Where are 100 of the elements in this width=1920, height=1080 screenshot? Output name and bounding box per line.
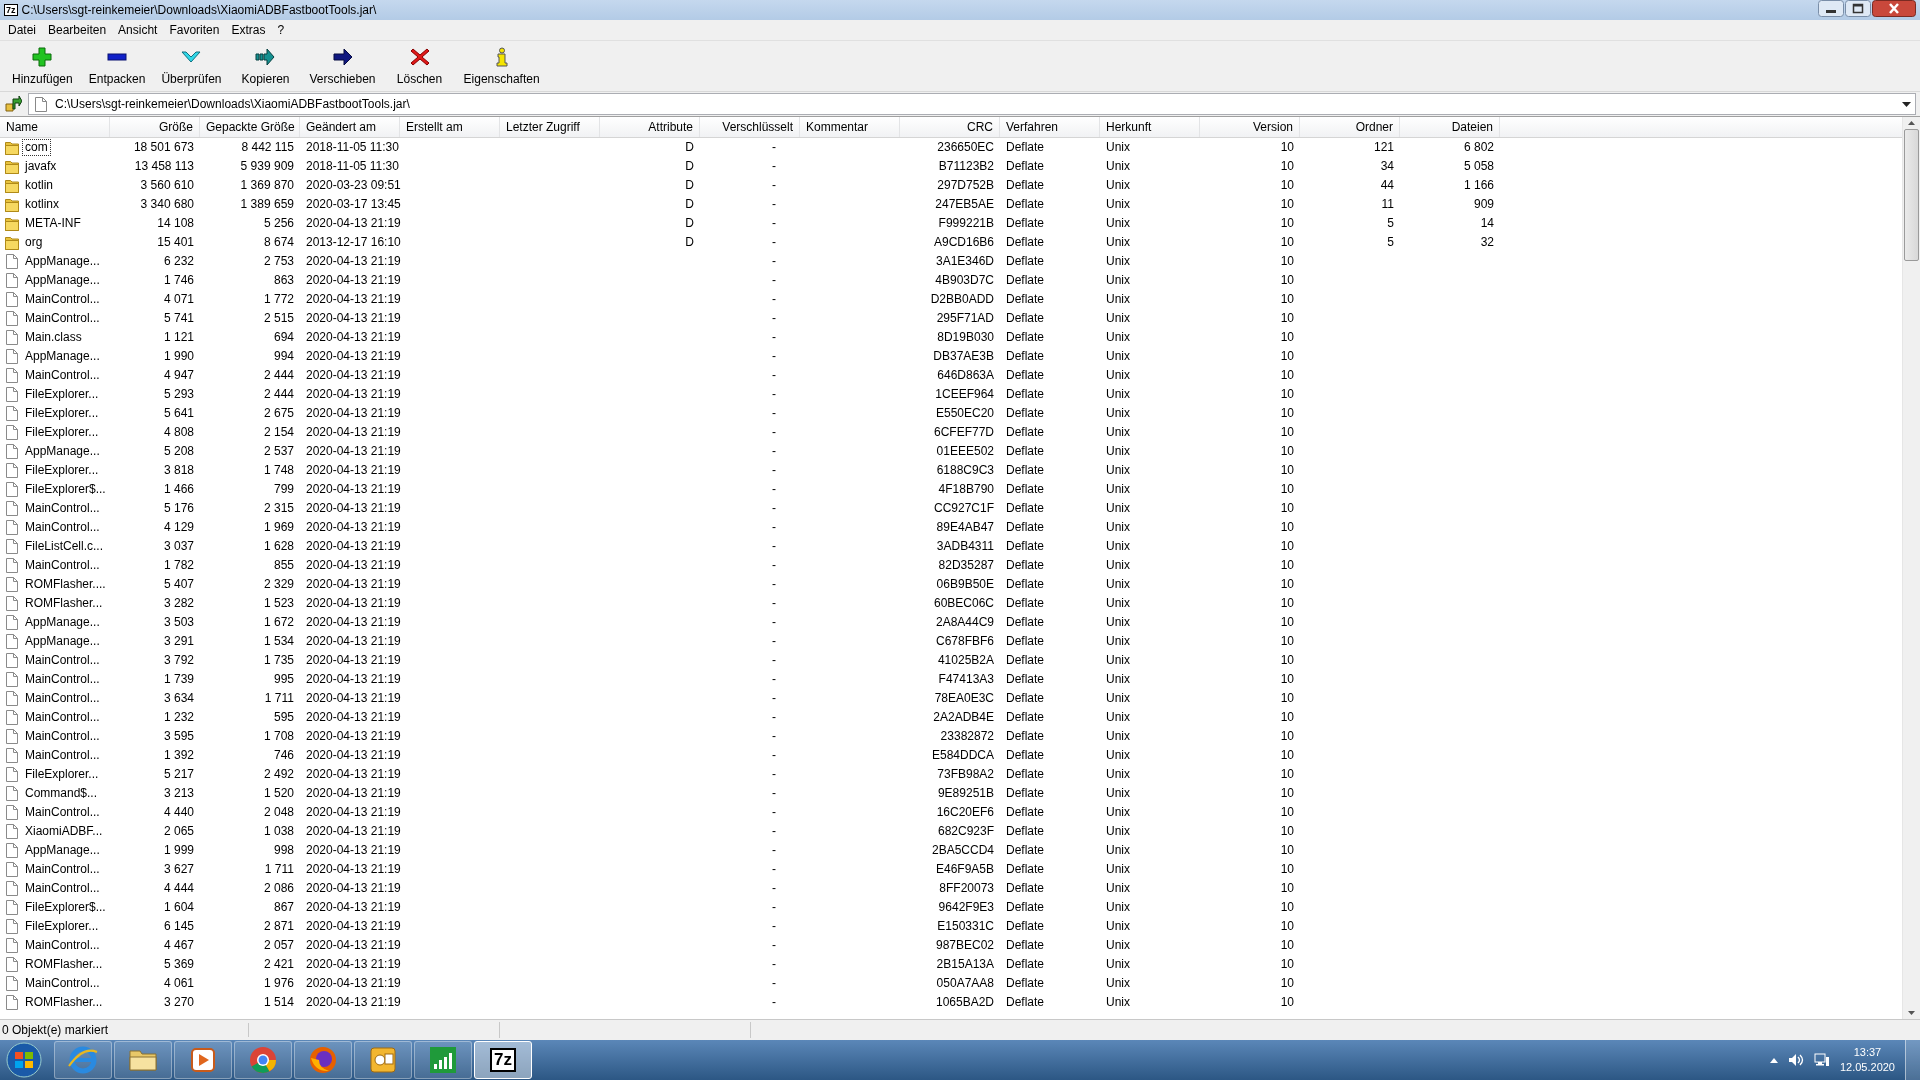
toolbar-button[interactable]: Hinzufügen [4,41,81,91]
taskbar-button[interactable]: 7z [474,1041,532,1079]
up-folder-icon[interactable] [4,95,22,113]
name-cell[interactable]: AppManage... [0,442,110,461]
name-cell[interactable]: MainControl... [0,727,110,746]
column-header[interactable]: Dateien [1400,117,1500,137]
speaker-icon[interactable] [1787,1053,1804,1067]
name-cell[interactable]: Command$... [0,784,110,803]
column-header[interactable]: Verfahren [1000,117,1100,137]
taskbar-button[interactable] [54,1041,112,1079]
column-header[interactable]: Herkunft [1100,117,1200,137]
name-cell[interactable]: FileListCell.c... [0,537,110,556]
table-cell-text: - [771,405,777,422]
scrollbar-thumb[interactable] [1904,129,1919,261]
name-cell[interactable]: AppManage... [0,252,110,271]
toolbar-button[interactable]: Kopieren [229,41,302,91]
name-cell[interactable]: AppManage... [0,347,110,366]
name-cell[interactable]: com [0,138,110,157]
toolbar-button[interactable]: Eigenschaften [455,41,548,91]
name-cell[interactable]: FileExplorer... [0,461,110,480]
column-header[interactable]: Geändert am [300,117,400,137]
column-header[interactable]: Name [0,117,110,137]
taskbar-button[interactable] [354,1041,412,1079]
taskbar-button[interactable] [414,1041,472,1079]
menu-item[interactable]: ? [271,23,291,37]
clock[interactable]: 13:37 12.05.2020 [1839,1045,1895,1075]
column-header[interactable]: Ordner [1300,117,1400,137]
taskbar-button[interactable] [174,1041,232,1079]
dropdown-icon[interactable] [1902,101,1911,107]
name-cell[interactable]: MainControl... [0,746,110,765]
name-cell[interactable]: AppManage... [0,613,110,632]
name-cell[interactable]: FileExplorer... [0,765,110,784]
name-cell[interactable]: MainControl... [0,670,110,689]
toolbar-button[interactable]: Überprüfen [153,41,230,91]
taskbar-button[interactable] [234,1041,292,1079]
minimize-button[interactable] [1818,0,1844,17]
maximize-button[interactable] [1845,0,1871,17]
name-cell[interactable]: MainControl... [0,708,110,727]
name-cell[interactable]: javafx [0,157,110,176]
column-header[interactable]: Version [1200,117,1300,137]
name-cell[interactable]: META-INF [0,214,110,233]
name-cell[interactable]: ROMFlasher.... [0,575,110,594]
menu-item[interactable]: Extras [225,23,272,37]
name-cell[interactable]: MainControl... [0,689,110,708]
name-cell[interactable]: AppManage... [0,841,110,860]
name-cell[interactable]: MainControl... [0,879,110,898]
column-header[interactable]: Letzter Zugriff [500,117,600,137]
start-button[interactable] [4,1040,44,1080]
toolbar-button[interactable]: Löschen [383,41,456,91]
name-cell[interactable]: ROMFlasher... [0,993,110,1012]
network-icon[interactable] [1813,1053,1830,1067]
name-cell[interactable]: MainControl... [0,803,110,822]
name-cell[interactable]: MainControl... [0,518,110,537]
name-cell[interactable]: ROMFlasher... [0,955,110,974]
name-cell[interactable]: MainControl... [0,290,110,309]
name-cell[interactable]: AppManage... [0,271,110,290]
plus-icon [32,46,53,67]
name-cell[interactable]: XiaomiADBF... [0,822,110,841]
name-cell[interactable]: MainControl... [0,651,110,670]
name-cell[interactable]: Main.class [0,328,110,347]
name-cell[interactable]: MainControl... [0,309,110,328]
caret-icon[interactable] [1769,1057,1778,1063]
menu-item[interactable]: Bearbeiten [42,23,113,37]
name-cell[interactable]: MainControl... [0,499,110,518]
column-header[interactable]: Verschlüsselt [700,117,800,137]
name-cell[interactable]: FileExplorer... [0,423,110,442]
taskbar-button[interactable] [294,1041,352,1079]
name-cell[interactable]: FileExplorer... [0,917,110,936]
name-cell[interactable]: ROMFlasher... [0,594,110,613]
scrollbar[interactable] [1902,117,1920,1019]
close-button[interactable] [1872,0,1916,17]
name-cell[interactable]: AppManage... [0,632,110,651]
name-cell[interactable]: MainControl... [0,366,110,385]
column-header[interactable]: Erstellt am [400,117,500,137]
column-header[interactable]: CRC [900,117,1000,137]
name-cell[interactable]: kotlinx [0,195,110,214]
table-cell-text: 1 534 [262,633,295,650]
name-cell[interactable]: MainControl... [0,974,110,993]
name-cell[interactable]: FileExplorer$... [0,898,110,917]
toolbar-button[interactable]: Entpacken [80,41,154,91]
column-header[interactable]: Kommentar [800,117,900,137]
name-cell[interactable]: MainControl... [0,936,110,955]
column-header[interactable]: Gepackte Größe [200,117,300,137]
name-cell[interactable]: FileExplorer$... [0,480,110,499]
name-cell[interactable]: FileExplorer... [0,404,110,423]
name-cell[interactable]: MainControl... [0,556,110,575]
table-cell-text: Unix [1105,956,1131,973]
menu-item[interactable]: Ansicht [112,23,164,37]
show-desktop-button[interactable] [1905,1040,1920,1080]
toolbar-button[interactable]: Verschieben [301,41,384,91]
name-cell[interactable]: kotlin [0,176,110,195]
name-cell[interactable]: FileExplorer... [0,385,110,404]
column-header[interactable]: Größe [110,117,200,137]
taskbar-button[interactable] [114,1041,172,1079]
menu-item[interactable]: Favoriten [163,23,226,37]
name-cell[interactable]: MainControl... [0,860,110,879]
menu-item[interactable]: Datei [2,23,42,37]
column-header[interactable]: Attribute [600,117,700,137]
address-field[interactable]: C:\Users\sgt-reinkemeier\Downloads\XiaomiADBFastbootTools.jar\ [28,93,1916,115]
name-cell[interactable]: org [0,233,110,252]
